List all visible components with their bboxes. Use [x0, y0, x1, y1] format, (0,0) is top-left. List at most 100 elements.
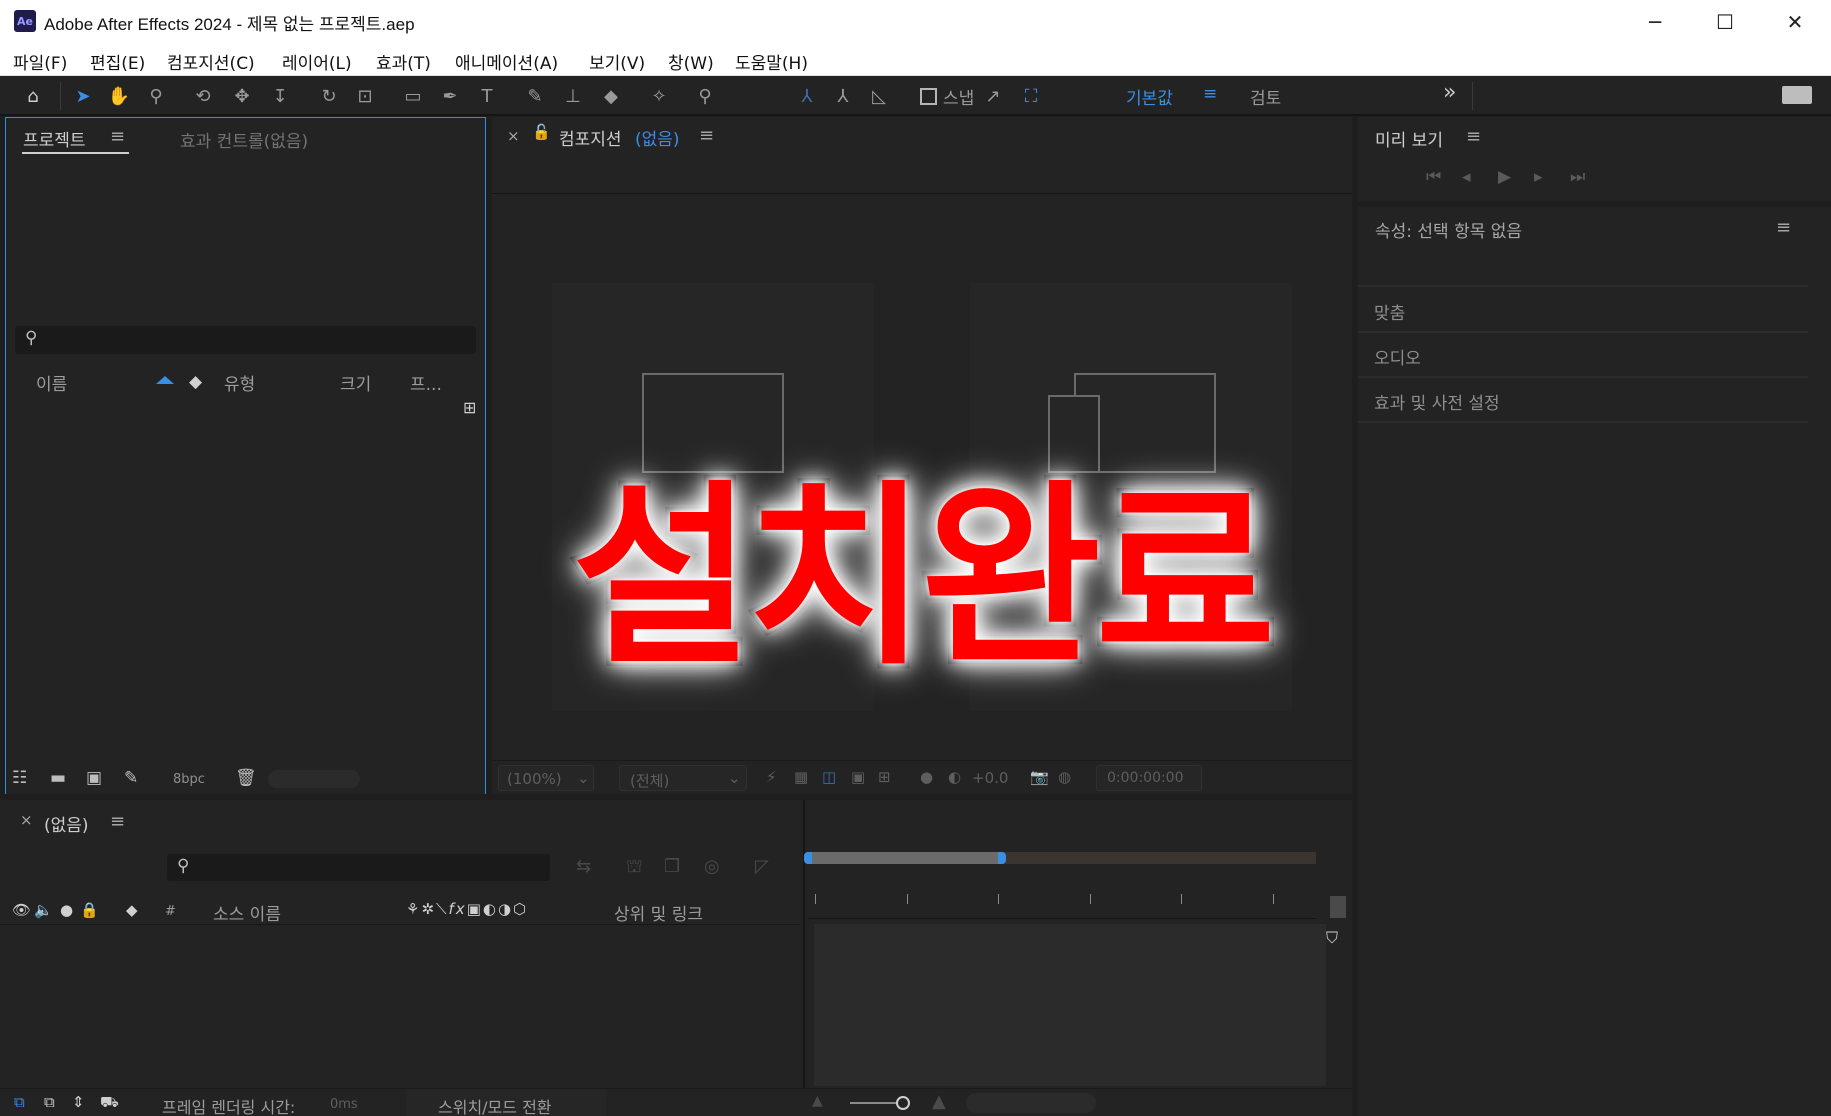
- close-tab-icon[interactable]: ×: [507, 127, 520, 145]
- col-size[interactable]: 크기: [340, 370, 371, 395]
- play-icon[interactable]: ▶: [1498, 167, 1511, 187]
- last-frame-icon[interactable]: ⏭: [1570, 167, 1585, 187]
- menu-edit[interactable]: 편집(E): [90, 49, 145, 74]
- thumbnail-slider[interactable]: [268, 770, 360, 788]
- resolution-dropdown[interactable]: (전체) ⌄: [619, 765, 747, 791]
- render-time-icon[interactable]: ⛟: [100, 1093, 119, 1113]
- comp-menu-icon[interactable]: ≡: [699, 125, 714, 146]
- close-button[interactable]: ✕: [1760, 0, 1830, 44]
- label-tag-icon[interactable]: ◆: [126, 901, 138, 919]
- axis-view-icon[interactable]: ◺: [866, 84, 892, 108]
- timeline-search-input[interactable]: ⚲: [167, 854, 550, 881]
- color-channels-icon[interactable]: ●: [920, 768, 933, 786]
- region-of-interest-icon[interactable]: ▣: [851, 768, 865, 786]
- menu-window[interactable]: 창(W): [668, 49, 714, 74]
- workspace-default-tab[interactable]: 기본값: [1126, 84, 1173, 109]
- layer-switches-icons[interactable]: ⚘✲⟍fx▣◐◑⬡: [406, 900, 528, 918]
- solo-icon[interactable]: ●: [60, 901, 73, 919]
- dolly-camera-icon[interactable]: ↧: [267, 84, 293, 108]
- transparency-grid-icon[interactable]: ▦: [794, 768, 808, 786]
- hand-tool-icon[interactable]: ✋: [106, 84, 132, 108]
- flowchart-icon[interactable]: ⊞: [463, 398, 476, 417]
- timeline-menu-icon[interactable]: ≡: [110, 811, 125, 832]
- snap-options-icon[interactable]: ↗: [980, 84, 1006, 108]
- comp-tab-none[interactable]: (없음): [635, 125, 680, 150]
- preview-menu-icon[interactable]: ≡: [1466, 126, 1481, 147]
- rectangle-tool-icon[interactable]: ▭: [400, 84, 426, 108]
- maximize-button[interactable]: ☐: [1690, 0, 1760, 44]
- tab-effect-controls[interactable]: 효과 컨트롤(없음): [180, 127, 308, 152]
- sort-ascending-icon[interactable]: [156, 376, 174, 384]
- pen-tool-icon[interactable]: ✒: [437, 84, 463, 108]
- new-folder-icon[interactable]: ▬: [50, 768, 66, 788]
- menu-view[interactable]: 보기(V): [589, 49, 645, 74]
- menu-help[interactable]: 도움말(H): [735, 49, 808, 74]
- zoom-slider-track[interactable]: [850, 1102, 902, 1104]
- lock-icon[interactable]: 🔓: [532, 123, 551, 141]
- section-align[interactable]: 맞춤: [1374, 299, 1405, 324]
- label-tag-icon[interactable]: ◆: [189, 372, 202, 392]
- mask-visibility-icon[interactable]: ◫: [822, 768, 836, 786]
- timeline-nav-icon[interactable]: [1330, 896, 1346, 918]
- trash-icon[interactable]: 🗑: [235, 768, 257, 788]
- workspace-review-tab[interactable]: 검토: [1250, 84, 1281, 109]
- work-area-bar[interactable]: [812, 852, 1002, 864]
- properties-menu-icon[interactable]: ≡: [1776, 217, 1791, 238]
- col-source-name[interactable]: 소스 이름: [213, 900, 281, 925]
- tab-project[interactable]: 프로젝트: [23, 126, 86, 151]
- home-icon[interactable]: ⌂: [20, 84, 46, 108]
- menu-file[interactable]: 파일(F): [13, 49, 67, 74]
- col-type[interactable]: 유형: [224, 370, 255, 395]
- graph-editor-icon[interactable]: ◸: [755, 856, 769, 877]
- next-frame-icon[interactable]: ▸: [1534, 167, 1543, 187]
- pan-camera-icon[interactable]: ✥: [229, 84, 255, 108]
- motion-blur-icon[interactable]: ◎: [704, 856, 720, 877]
- selection-tool-icon[interactable]: ➤: [70, 84, 96, 108]
- brush-tool-icon[interactable]: ✎: [522, 84, 548, 108]
- zoom-tool-icon[interactable]: ⚲: [143, 84, 169, 108]
- snapshot-icon[interactable]: 📷: [1030, 768, 1049, 786]
- col-name[interactable]: 이름: [36, 370, 67, 395]
- minimize-button[interactable]: ─: [1620, 0, 1690, 44]
- adjust-project-icon[interactable]: ✎: [124, 768, 138, 788]
- anchor-tool-icon[interactable]: ⊡: [352, 84, 378, 108]
- previous-frame-icon[interactable]: ◂: [1462, 167, 1471, 187]
- layer-switches-toggle-icon[interactable]: ⧉: [14, 1093, 25, 1111]
- switch-mode-button[interactable]: 스위치/모드 전환: [406, 1089, 606, 1116]
- snap-checkbox[interactable]: [920, 88, 937, 105]
- roto-brush-icon[interactable]: ✧: [646, 84, 672, 108]
- show-snapshot-icon[interactable]: ◍: [1058, 768, 1071, 786]
- snap-feature-icon[interactable]: ⛶: [1018, 84, 1044, 108]
- orbit-camera-icon[interactable]: ⟲: [190, 84, 216, 108]
- col-parent-link[interactable]: 상위 및 링크: [614, 900, 703, 925]
- clone-stamp-icon[interactable]: ⊥: [560, 84, 586, 108]
- zoom-out-icon[interactable]: ▲: [812, 1093, 823, 1109]
- menu-composition[interactable]: 컴포지션(C): [167, 49, 255, 74]
- timeline-scrollbar[interactable]: [966, 1093, 1096, 1113]
- exposure-reset-icon[interactable]: ◐: [948, 768, 961, 786]
- transfer-controls-icon[interactable]: ⧉: [44, 1093, 55, 1111]
- section-audio[interactable]: 오디오: [1374, 344, 1421, 369]
- visibility-icon[interactable]: 👁: [12, 901, 31, 919]
- axis-local-icon[interactable]: ⅄: [794, 84, 820, 108]
- in-out-icon[interactable]: ⇕: [72, 1093, 85, 1111]
- timecode-field[interactable]: 0:00:00:00: [1096, 765, 1202, 791]
- frame-blending-icon[interactable]: ❐: [664, 856, 680, 877]
- project-search-input[interactable]: ⚲: [15, 326, 476, 354]
- axis-world-icon[interactable]: ⅄: [830, 84, 856, 108]
- zoom-in-icon[interactable]: ▲: [932, 1091, 946, 1112]
- eraser-tool-icon[interactable]: ◆: [598, 84, 624, 108]
- timeline-track-area[interactable]: [814, 924, 1326, 1086]
- zoom-dropdown[interactable]: (100%) ⌄: [498, 765, 594, 791]
- col-other[interactable]: 프...: [410, 370, 442, 395]
- search-help-icon[interactable]: [1782, 86, 1812, 104]
- timeline-title[interactable]: (없음): [44, 811, 89, 836]
- work-area-end-handle[interactable]: [998, 852, 1006, 864]
- new-composition-icon[interactable]: ▣: [86, 768, 102, 788]
- section-effects-presets[interactable]: 효과 및 사전 설정: [1374, 389, 1500, 414]
- puppet-pin-icon[interactable]: ⚲: [692, 84, 718, 108]
- work-area-start-handle[interactable]: [804, 852, 812, 864]
- more-workspaces-icon[interactable]: »: [1443, 80, 1456, 105]
- interpret-footage-icon[interactable]: ☷: [12, 768, 27, 788]
- grid-guides-icon[interactable]: ⊞: [878, 768, 891, 786]
